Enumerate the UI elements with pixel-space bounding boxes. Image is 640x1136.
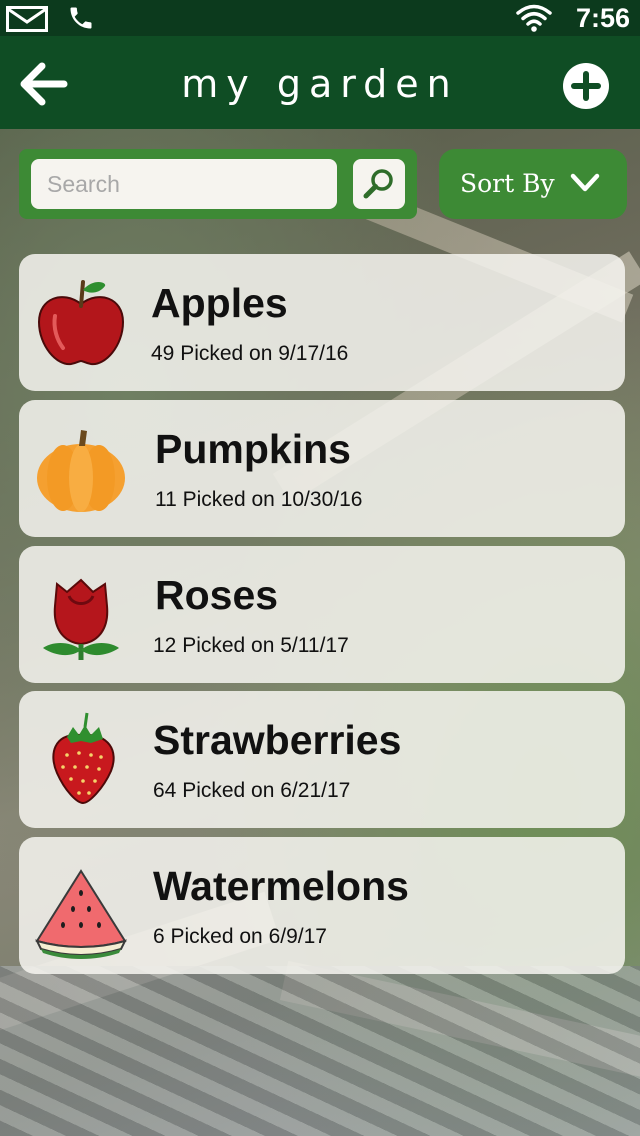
- magnifier-icon: [363, 169, 393, 199]
- item-picked: 49 Picked on 9/17/16: [151, 342, 349, 365]
- list-item[interactable]: Watermelons 6 Picked on 6/9/17: [19, 837, 625, 974]
- mail-icon: [6, 6, 48, 32]
- item-picked: 12 Picked on 5/11/17: [153, 634, 349, 657]
- sort-dropdown[interactable]: Sort By: [439, 149, 627, 219]
- list-item[interactable]: Strawberries 64 Picked on 6/21/17: [19, 691, 625, 828]
- rose-icon: [43, 578, 119, 660]
- item-name: Apples: [151, 280, 288, 326]
- item-name: Watermelons: [153, 863, 409, 909]
- item-picked: 11 Picked on 10/30/16: [155, 488, 363, 511]
- watermelon-icon: [35, 869, 127, 959]
- item-picked: 6 Picked on 6/9/17: [153, 925, 327, 948]
- sort-label: Sort By: [460, 169, 555, 198]
- app-screen: 7:56 my garden Sort By: [0, 0, 640, 1136]
- list-item[interactable]: Roses 12 Picked on 5/11/17: [19, 546, 625, 683]
- strawberry-icon: [52, 712, 115, 805]
- add-button[interactable]: [563, 63, 609, 109]
- item-name: Strawberries: [153, 717, 402, 763]
- app-bar: my garden: [0, 36, 640, 129]
- pumpkin-icon: [37, 430, 125, 512]
- item-picked: 64 Picked on 6/21/17: [153, 779, 351, 802]
- apple-icon: [37, 280, 125, 366]
- phone-icon: [70, 7, 92, 29]
- search-bar: [19, 149, 417, 219]
- item-name: Pumpkins: [155, 426, 351, 472]
- item-name: Roses: [155, 572, 279, 618]
- search-input[interactable]: [31, 159, 337, 209]
- status-time: 7:56: [575, 3, 630, 33]
- background-pavement: [0, 966, 640, 1136]
- chevron-down-icon: [570, 173, 600, 192]
- search-button[interactable]: [353, 159, 405, 209]
- page-title: my garden: [181, 62, 459, 106]
- wifi-icon: [516, 4, 552, 32]
- list-item[interactable]: Apples 49 Picked on 9/17/16: [19, 254, 625, 391]
- plus-icon: [571, 71, 601, 101]
- list-item[interactable]: Pumpkins 11 Picked on 10/30/16: [19, 400, 625, 537]
- status-bar: 7:56: [0, 0, 640, 36]
